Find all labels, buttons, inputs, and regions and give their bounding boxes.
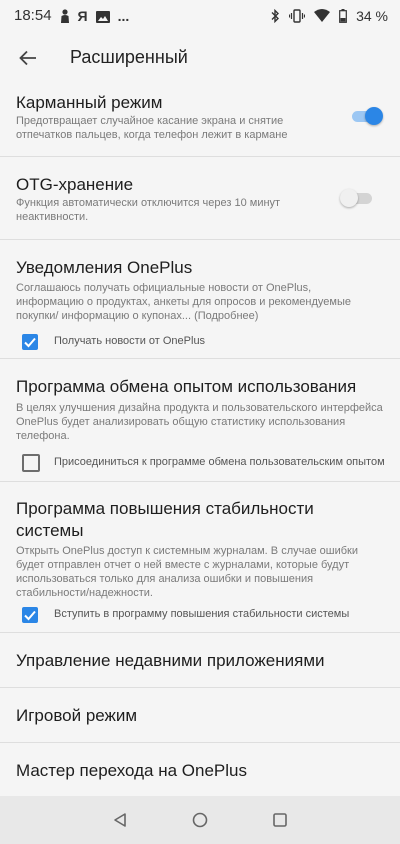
status-time: 18:54 <box>14 7 52 24</box>
gaming-mode-title: Игровой режим <box>16 706 138 725</box>
nav-recents-button[interactable] <box>268 808 292 832</box>
otg-storage-switch[interactable] <box>340 188 374 208</box>
oneplus-notifications-title: Уведомления OnePlus <box>16 258 193 277</box>
triangle-back-icon <box>114 813 126 827</box>
experience-program-summary: В целях улучшения дизайна продукта и пол… <box>16 402 383 442</box>
oneplus-news-label: Получать новости от OnePlus <box>54 335 206 347</box>
recent-apps-row[interactable]: Управление недавними приложениями <box>0 633 400 687</box>
experience-program-label: Присоединиться к программе обмена пользо… <box>54 456 385 468</box>
checkmark-icon <box>24 610 36 621</box>
experience-program-checkbox-row[interactable]: Присоединиться к программе обмена пользо… <box>0 450 400 480</box>
stability-program-section: Программа повышения стабильности системы… <box>0 482 400 632</box>
pocket-mode-title: Карманный режим <box>16 93 163 112</box>
wifi-icon <box>314 9 331 23</box>
pocket-mode-switch[interactable] <box>350 106 384 126</box>
bluetooth-icon <box>270 8 280 24</box>
oneplus-notifications-summary: Соглашаюсь получать официальные новости … <box>16 282 351 322</box>
gaming-mode-row[interactable]: Игровой режим <box>0 688 400 742</box>
oneplus-news-checkbox-row[interactable]: Получать новости от OnePlus <box>0 330 400 356</box>
otg-storage-title: OTG-хранение <box>16 175 134 194</box>
stability-program-label: Вступить в программу повышения стабильно… <box>54 608 350 620</box>
oneplus-news-checkbox[interactable] <box>22 334 38 350</box>
experience-program-title: Программа обмена опытом использования <box>16 377 357 396</box>
battery-percent: 34 % <box>356 8 388 24</box>
image-notification-icon <box>95 10 110 23</box>
person-icon <box>60 9 70 23</box>
navigation-bar <box>0 796 400 844</box>
page-title: Расширенный <box>70 47 188 67</box>
status-bar: 18:54 Я ... 34 % <box>0 0 400 32</box>
otg-storage-row[interactable]: OTG-хранение Функция автоматически отклю… <box>0 157 400 239</box>
battery-icon <box>339 9 347 23</box>
vibrate-icon <box>288 9 306 23</box>
stability-program-checkbox[interactable] <box>22 607 38 623</box>
status-left: 18:54 Я ... <box>14 7 130 25</box>
back-button[interactable] <box>14 44 42 72</box>
pocket-mode-summary: Предотвращает случайное касание экрана и… <box>16 115 288 141</box>
app-bar: Расширенный <box>0 32 400 84</box>
more-notifications-icon: ... <box>117 8 130 24</box>
status-right: 34 % <box>270 8 388 24</box>
otg-storage-summary: Функция автоматически отключится через 1… <box>16 197 281 223</box>
experience-program-checkbox[interactable] <box>22 454 40 472</box>
oneplus-notifications-section: Уведомления OnePlus Соглашаюсь получать … <box>0 240 400 358</box>
circle-home-icon <box>192 812 208 828</box>
stability-program-title: Программа повышения стабильности системы <box>16 499 314 540</box>
oneplus-switch-row[interactable]: Мастер перехода на OnePlus <box>0 743 400 796</box>
arrow-left-icon <box>19 50 37 66</box>
square-recents-icon <box>273 813 287 827</box>
switch-thumb <box>340 189 358 207</box>
experience-program-section: Программа обмена опытом использования В … <box>0 359 400 481</box>
nav-home-button[interactable] <box>188 808 212 832</box>
oneplus-switch-title: Мастер перехода на OnePlus <box>16 761 247 780</box>
checkmark-icon <box>24 337 36 348</box>
switch-thumb <box>365 107 383 125</box>
pocket-mode-row[interactable]: Карманный режим Предотвращает случайное … <box>0 84 400 156</box>
stability-program-checkbox-row[interactable]: Вступить в программу повышения стабильно… <box>0 603 400 629</box>
recent-apps-title: Управление недавними приложениями <box>16 651 325 670</box>
nav-back-button[interactable] <box>108 808 132 832</box>
yandex-notification-icon: Я <box>77 8 88 24</box>
stability-program-summary: Открыть OnePlus доступ к системным журна… <box>16 545 358 599</box>
